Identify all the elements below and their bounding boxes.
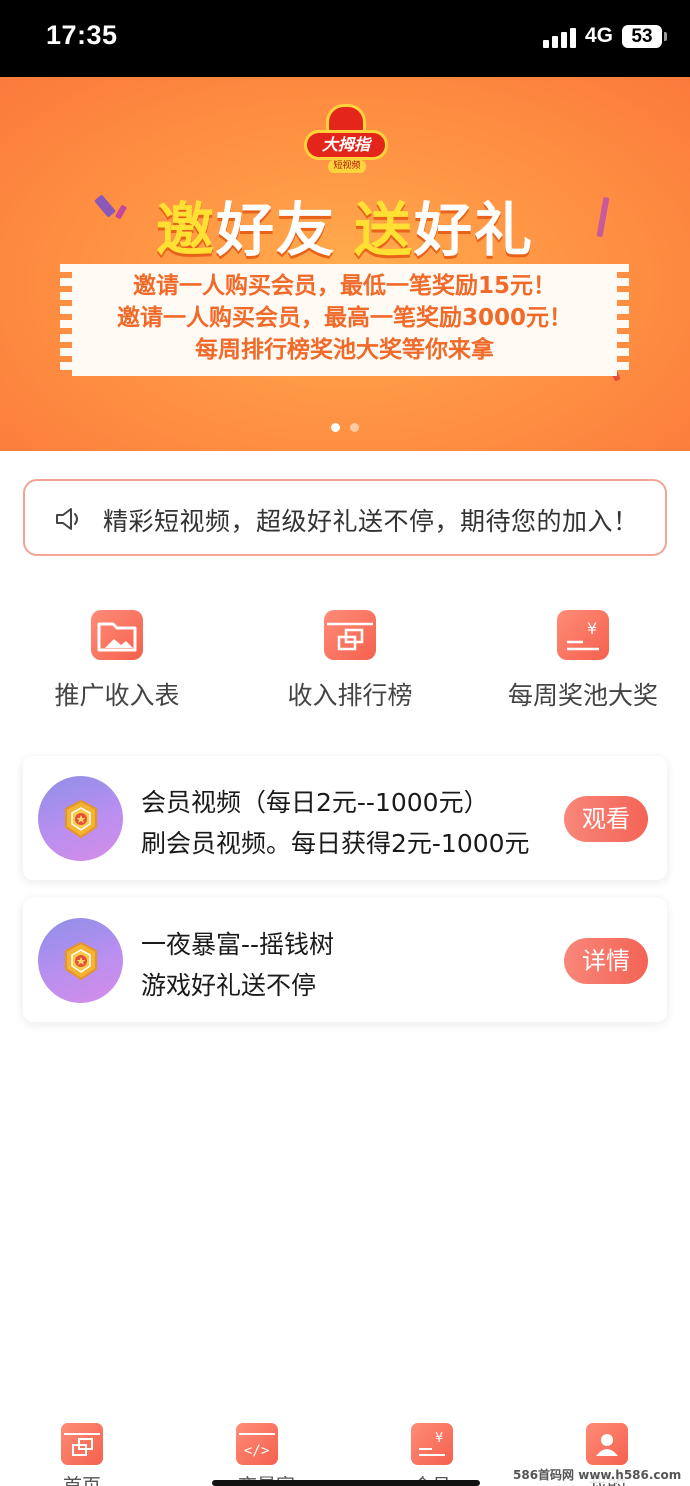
promo-banner[interactable]: 大拇指 短视频 邀好友 送好礼 邀请一人购买会员，最低一笔奖励15元！ 邀请一人购…	[0, 77, 690, 451]
status-time: 17:35	[46, 20, 118, 50]
carousel-indicator[interactable]	[0, 417, 690, 436]
notice-bar[interactable]: 精彩短视频，超级好礼送不停，期待您的加入！	[23, 479, 667, 556]
folder-image-icon	[91, 610, 143, 660]
details-button[interactable]: 详情	[564, 938, 648, 984]
card-avatar	[38, 918, 123, 1003]
tab-overnight-rich[interactable]: </> 一夜暴富	[212, 1423, 302, 1486]
banner-title-part: 邀	[155, 196, 216, 264]
banner-line: 邀请一人购买会员，最高一笔奖励3000元！	[116, 305, 572, 331]
code-window-icon: </>	[236, 1423, 278, 1465]
home-window-icon	[61, 1423, 103, 1465]
layers-window-icon	[324, 610, 376, 660]
quick-action-label: 推广收入表	[54, 681, 180, 710]
card-description: 游戏好礼送不停	[141, 971, 317, 1000]
task-card-member-video[interactable]: 会员视频（每日2元--1000元） 刷会员视频。每日获得2元-1000元 观看	[23, 756, 667, 880]
user-icon	[586, 1423, 628, 1465]
battery-icon: 53	[622, 25, 662, 48]
medal-icon	[65, 800, 97, 838]
logo-subtext: 短视频	[328, 160, 366, 173]
watch-button[interactable]: 观看	[564, 796, 648, 842]
carousel-dot-active[interactable]	[331, 423, 340, 432]
card-title: 会员视频（每日2元--1000元）	[141, 788, 489, 817]
banner-title-part: 好友	[215, 196, 336, 264]
quick-action-promo-income[interactable]: 推广收入表	[17, 610, 217, 712]
task-card-money-tree[interactable]: 一夜暴富--摇钱树 游戏好礼送不停 详情	[23, 898, 667, 1022]
card-description: 刷会员视频。每日获得2元-1000元	[141, 829, 530, 858]
svg-text:¥: ¥	[435, 1431, 443, 1446]
svg-text:</>: </>	[244, 1443, 269, 1459]
quick-action-label: 每周奖池大奖	[507, 681, 658, 710]
yen-wallet-icon: ¥	[411, 1423, 453, 1465]
banner-line: 邀请一人购买会员，最低一笔奖励15元！	[132, 273, 556, 299]
app-logo: 大拇指 短视频	[304, 104, 388, 174]
tab-label: 首页	[62, 1475, 101, 1486]
watermark: 586首码网 www.h586.com	[510, 1466, 685, 1483]
banner-title: 邀好友 送好礼	[0, 183, 690, 267]
banner-ribbon: 邀请一人购买会员，最低一笔奖励15元！ 邀请一人购买会员，最高一笔奖励3000元…	[60, 264, 629, 376]
quick-action-label: 收入排行榜	[287, 681, 413, 710]
notice-text: 精彩短视频，超级好礼送不停，期待您的加入！	[103, 507, 639, 536]
speaker-icon	[56, 508, 78, 530]
quick-action-income-ranking[interactable]: 收入排行榜	[250, 610, 450, 712]
card-title: 一夜暴富--摇钱树	[141, 930, 335, 959]
signal-icon	[543, 28, 577, 48]
banner-line: 每周排行榜奖池大奖等你来拿	[195, 337, 494, 363]
quick-action-weekly-prize[interactable]: ¥ 每周奖池大奖	[483, 610, 683, 712]
medal-icon	[65, 942, 97, 980]
tab-member[interactable]: ¥ 会员	[387, 1423, 477, 1486]
tab-home[interactable]: 首页	[37, 1423, 127, 1486]
card-avatar	[38, 776, 123, 861]
home-indicator	[212, 1480, 480, 1486]
network-type: 4G	[585, 24, 614, 47]
banner-title-part: 好礼	[414, 196, 535, 264]
battery-tip	[664, 32, 667, 41]
banner-title-part: 送	[354, 196, 415, 264]
svg-text:¥: ¥	[587, 619, 597, 638]
logo-text: 大拇指	[304, 130, 388, 160]
yen-wallet-icon: ¥	[557, 610, 609, 660]
carousel-dot[interactable]	[350, 423, 359, 432]
status-bar: 17:35 4G 53	[0, 0, 690, 77]
